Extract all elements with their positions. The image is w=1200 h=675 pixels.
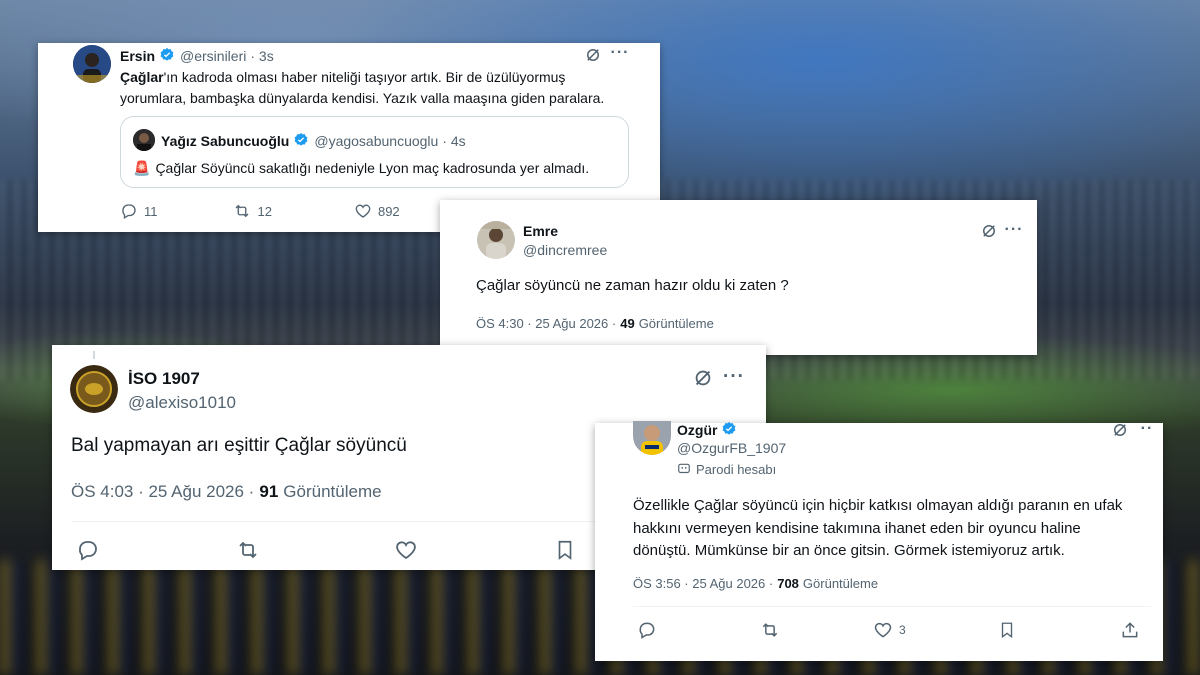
handle[interactable]: @alexiso1010 — [128, 392, 236, 414]
quoted-text: Çağlar Söyüncü sakatlığı nedeniyle Lyon … — [155, 160, 590, 176]
handle[interactable]: @dincremree — [523, 241, 607, 259]
tweet-meta: ÖS 4:03 · 25 Ağu 2026 · 91 Görüntüleme — [71, 481, 382, 503]
tweet-text: Bal yapmayan arı eşittir Çağlar söyüncü — [71, 435, 407, 456]
views-count: 49 — [620, 315, 635, 331]
verified-badge-icon — [159, 47, 175, 66]
reply-count: 11 — [144, 203, 158, 219]
like-button[interactable]: 892 — [354, 202, 400, 220]
retweet-icon[interactable] — [759, 620, 781, 640]
avatar[interactable] — [70, 365, 118, 413]
avatar[interactable] — [633, 421, 671, 455]
timestamp[interactable]: ÖS 4:30 · 25 Ağu 2026 · — [476, 316, 616, 331]
handle-text: @OzgurFB_1907 — [677, 440, 787, 456]
tweet-header: Ozgür — [677, 421, 737, 439]
timestamp[interactable]: ÖS 4:03 · 25 Ağu 2026 · — [71, 482, 254, 502]
reply-button[interactable]: 11 — [120, 202, 158, 220]
like-count: 892 — [377, 203, 400, 219]
views-label: Görüntüleme — [638, 315, 714, 331]
avatar[interactable] — [477, 221, 515, 259]
bookmark-icon[interactable] — [554, 538, 576, 562]
tweet-header: Ersin @ersinileri · 3s — [120, 46, 274, 66]
handle-text: @alexiso1010 — [128, 393, 236, 412]
tweet-card-ozgur: Ozgür @OzgurFB_1907 Parodi hesabı ·· Öze… — [595, 420, 1163, 661]
quoted-tweet-header: Yağız Sabuncuoğlu @yagosabuncuoglu · 4s — [161, 131, 466, 151]
grok-icon[interactable] — [979, 221, 999, 241]
handle-text: @dincremree — [523, 242, 608, 258]
grok-icon[interactable] — [583, 45, 603, 65]
more-icon[interactable]: ··· — [1004, 220, 1024, 240]
views-count: 91 — [259, 482, 279, 501]
handle[interactable]: @ersinileri — [180, 48, 246, 64]
timestamp[interactable]: · 3s — [250, 48, 273, 64]
grok-icon[interactable] — [1110, 420, 1130, 440]
more-icon[interactable]: ·· — [1137, 419, 1157, 439]
tweet-text-line1: Özellikle Çağlar söyüncü için hiçbir kat… — [633, 497, 1123, 514]
tweet-meta: ÖS 4:30 · 25 Ağu 2026 · 49 Görüntüleme — [476, 314, 714, 332]
parody-label: Parodi hesabı — [677, 460, 776, 478]
mention-highlight: Çağlar — [120, 69, 164, 85]
action-bar: 3 — [637, 620, 1140, 640]
siren-emoji: 🚨 — [133, 159, 151, 176]
tweet-meta: ÖS 3:56 · 25 Ağu 2026 · 708 Görüntüleme — [633, 574, 878, 592]
display-name: Yağız Sabuncuoğlu — [161, 133, 290, 149]
share-icon[interactable] — [1120, 620, 1140, 640]
verified-badge-icon — [721, 421, 737, 440]
retweet-count: 12 — [257, 203, 272, 219]
divider — [633, 606, 1151, 607]
like-button[interactable]: 3 — [873, 620, 906, 640]
tweet-text-line1: 'ın kadroda olması haber niteliği taşıyo… — [163, 69, 566, 85]
retweet-icon[interactable] — [234, 538, 262, 562]
views-label: Görüntüleme — [802, 575, 879, 591]
display-name[interactable]: Emre — [523, 223, 558, 239]
grok-icon[interactable] — [691, 366, 715, 390]
tweet-header: Emre — [523, 222, 558, 240]
views-label: Görüntüleme — [283, 482, 382, 501]
retweet-icon — [235, 204, 248, 218]
tweet-text: Çağlar'ın kadroda olması haber niteliği … — [120, 67, 640, 109]
reply-icon[interactable] — [76, 538, 100, 562]
tweet-text: Çağlar söyüncü ne zaman hazır oldu ki za… — [476, 277, 789, 294]
quoted-tweet-text: 🚨 Çağlar Söyüncü sakatlığı nedeniyle Lyo… — [133, 158, 589, 178]
parody-text: Parodi hesabı — [696, 461, 777, 477]
thread-line — [93, 351, 95, 359]
more-icon[interactable]: ··· — [722, 365, 746, 389]
more-icon[interactable]: ··· — [610, 43, 630, 63]
bookmark-icon[interactable] — [998, 620, 1016, 640]
display-name[interactable]: Ozgür — [677, 422, 717, 438]
display-name[interactable]: Ersin — [120, 48, 155, 64]
display-name[interactable]: İSO 1907 — [128, 369, 200, 389]
handle: @yagosabuncuoglu — [314, 133, 439, 149]
like-icon — [355, 204, 371, 218]
timestamp[interactable]: ÖS 3:56 · 25 Ağu 2026 · — [633, 576, 773, 591]
action-bar — [76, 538, 576, 562]
like-count: 3 — [899, 623, 906, 637]
tweet-card-emre: Emre @dincremree ··· Çağlar söyüncü ne z… — [440, 200, 1037, 355]
reply-icon[interactable] — [637, 620, 657, 640]
verified-badge-icon — [293, 132, 309, 151]
reply-icon — [122, 204, 136, 219]
tweet-text: Özellikle Çağlar söyüncü için hiçbir kat… — [633, 495, 1122, 563]
handle[interactable]: @OzgurFB_1907 — [677, 439, 786, 457]
parody-mask-icon — [677, 462, 691, 476]
retweet-button[interactable]: 12 — [232, 202, 272, 220]
like-icon[interactable] — [394, 538, 418, 562]
quoted-tweet[interactable]: Yağız Sabuncuoğlu @yagosabuncuoglu · 4s … — [120, 116, 629, 188]
tweet-text-line3: dönüştü. Mümkünse bir an önce gitsin. Gö… — [633, 542, 1065, 559]
timestamp: · 4s — [442, 133, 466, 149]
action-bar: 11 12 892 — [120, 201, 400, 221]
views-count: 708 — [777, 575, 799, 591]
tweet-text-line2: hakkını vermeyen kendisine takımına ihan… — [633, 519, 1081, 537]
avatar[interactable] — [73, 45, 111, 83]
avatar — [133, 129, 155, 151]
tweet-text-line2: yorumlara, bambaşka dünyalarda kendisi. … — [120, 90, 605, 106]
tweet-header: İSO 1907 — [128, 368, 200, 390]
like-icon — [874, 622, 892, 638]
